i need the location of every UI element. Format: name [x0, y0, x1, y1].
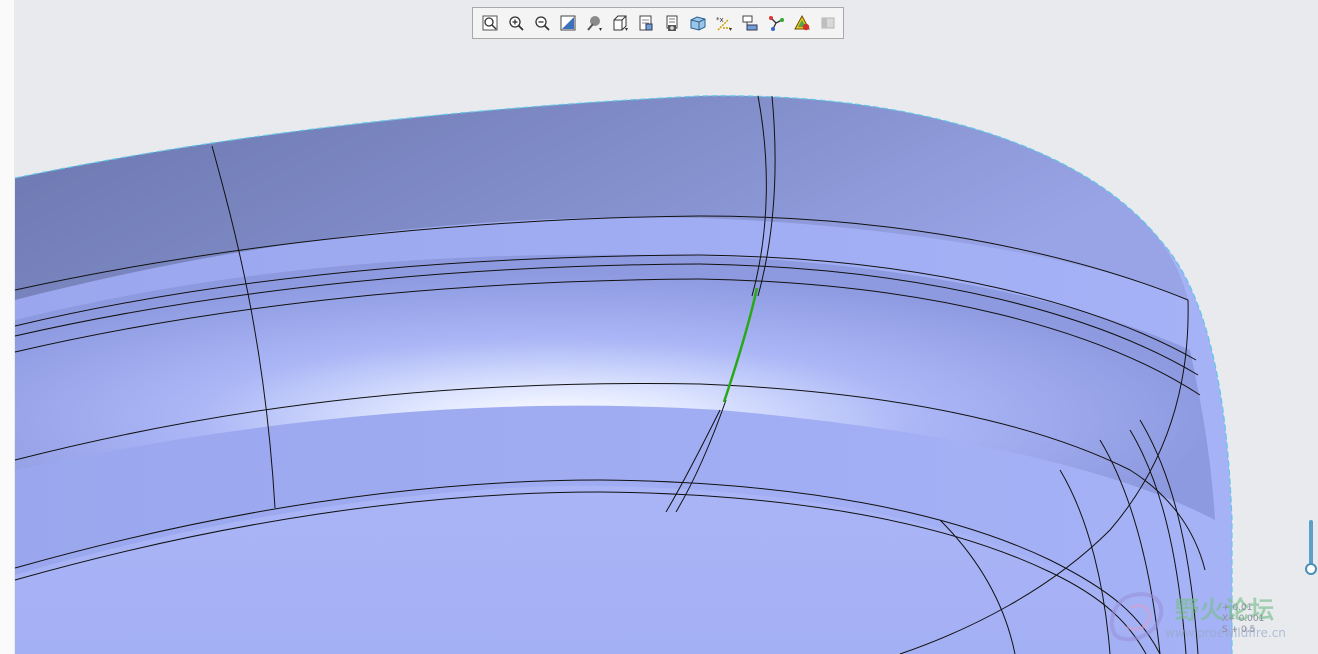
model-viewport[interactable] [0, 0, 1318, 654]
display-style-icon [587, 16, 602, 31]
spin-center-button[interactable] [765, 12, 787, 34]
view-toolbar: *x [472, 7, 844, 39]
saved-orientations-icon [613, 15, 628, 31]
spin-center-icon [769, 16, 784, 31]
refit-button[interactable] [479, 12, 501, 34]
slider-handle[interactable] [1305, 563, 1317, 575]
datum-display-icon: *x [716, 16, 732, 31]
perspective-view-icon [666, 15, 678, 31]
refit-icon [482, 15, 498, 31]
section-view-button[interactable] [687, 12, 709, 34]
disabled-tool-button [817, 12, 839, 34]
section-view-icon [690, 16, 706, 31]
zoom-out-icon [535, 16, 550, 31]
view-manager-icon [639, 15, 653, 31]
datum-display-button[interactable]: *x [713, 12, 735, 34]
display-style-button[interactable] [583, 12, 605, 34]
zoom-in-button[interactable] [505, 12, 527, 34]
view-manager-button[interactable] [635, 12, 657, 34]
analysis-icon [794, 14, 810, 31]
disabled-tool-icon [821, 17, 835, 29]
part-surface[interactable] [15, 95, 1232, 654]
tolerance-line-1: + 0.01 [1222, 603, 1253, 613]
svg-text:*x: *x [716, 16, 724, 24]
annotation-display-icon [742, 15, 758, 31]
perspective-view-button[interactable] [661, 12, 683, 34]
watermark-logo-icon [1109, 592, 1164, 642]
zoom-slider[interactable] [1303, 518, 1318, 578]
zoom-out-button[interactable] [531, 12, 553, 34]
tolerance-line-2: X+ 0.001 [1222, 614, 1265, 624]
repaint-button[interactable] [557, 12, 579, 34]
saved-orientations-button[interactable] [609, 12, 631, 34]
tolerance-line-3: S + 0.5 [1222, 625, 1256, 635]
annotation-display-button[interactable] [739, 12, 761, 34]
repaint-icon [560, 15, 576, 31]
analysis-button[interactable] [791, 12, 813, 34]
tolerance-readout: + 0.01 X+ 0.001 S + 0.5 [1222, 603, 1302, 636]
zoom-in-icon [509, 16, 524, 31]
